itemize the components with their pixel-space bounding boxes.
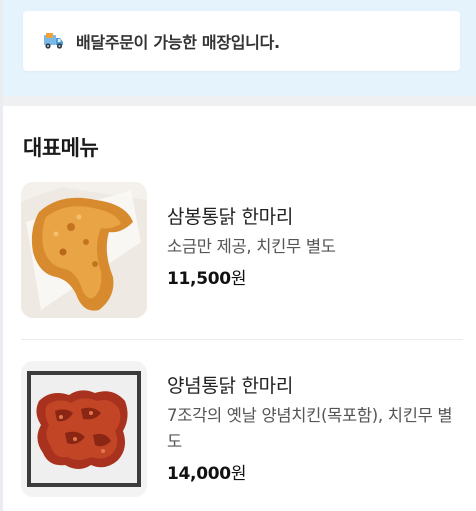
menu-panel: 대표메뉴 삼봉통닭 한마리 소금만 제공, 치킨무 별도 11,500원 양념통… <box>3 106 476 511</box>
price-amount: 14,000 <box>167 464 231 484</box>
seasoned-chicken-photo <box>21 361 147 497</box>
menu-item-price: 11,500원 <box>167 264 457 289</box>
menu-divider <box>21 339 463 340</box>
delivery-truck-icon <box>43 30 65 52</box>
menu-item-name: 양념통닭 한마리 <box>167 375 294 397</box>
whole-fried-chicken-photo <box>21 182 147 318</box>
menu-item-description: 7조각의 옛날 양념치킨(목포함), 치킨무 별도 <box>167 406 453 451</box>
section-title: 대표메뉴 <box>23 136 99 160</box>
price-currency: 원 <box>230 269 247 289</box>
menu-item-text: 양념통닭 한마리 7조각의 옛날 양념치킨(목포함), 치킨무 별도 14,00… <box>167 371 457 484</box>
delivery-notice-card: 배달주문이 가능한 매장입니다. <box>23 11 460 71</box>
menu-item-description: 소금만 제공, 치킨무 별도 <box>167 237 336 256</box>
menu-item-price: 14,000원 <box>167 459 457 484</box>
price-amount: 11,500 <box>167 269 231 289</box>
delivery-notice-text: 배달주문이 가능한 매장입니다. <box>76 33 280 52</box>
menu-item-name: 삼봉통닭 한마리 <box>167 206 294 228</box>
menu-item[interactable]: 양념통닭 한마리 7조각의 옛날 양념치킨(목포함), 치킨무 별도 14,00… <box>21 361 461 511</box>
price-currency: 원 <box>230 464 247 484</box>
menu-item-text: 삼봉통닭 한마리 소금만 제공, 치킨무 별도 11,500원 <box>167 202 457 289</box>
menu-item[interactable]: 삼봉통닭 한마리 소금만 제공, 치킨무 별도 11,500원 <box>21 182 461 322</box>
